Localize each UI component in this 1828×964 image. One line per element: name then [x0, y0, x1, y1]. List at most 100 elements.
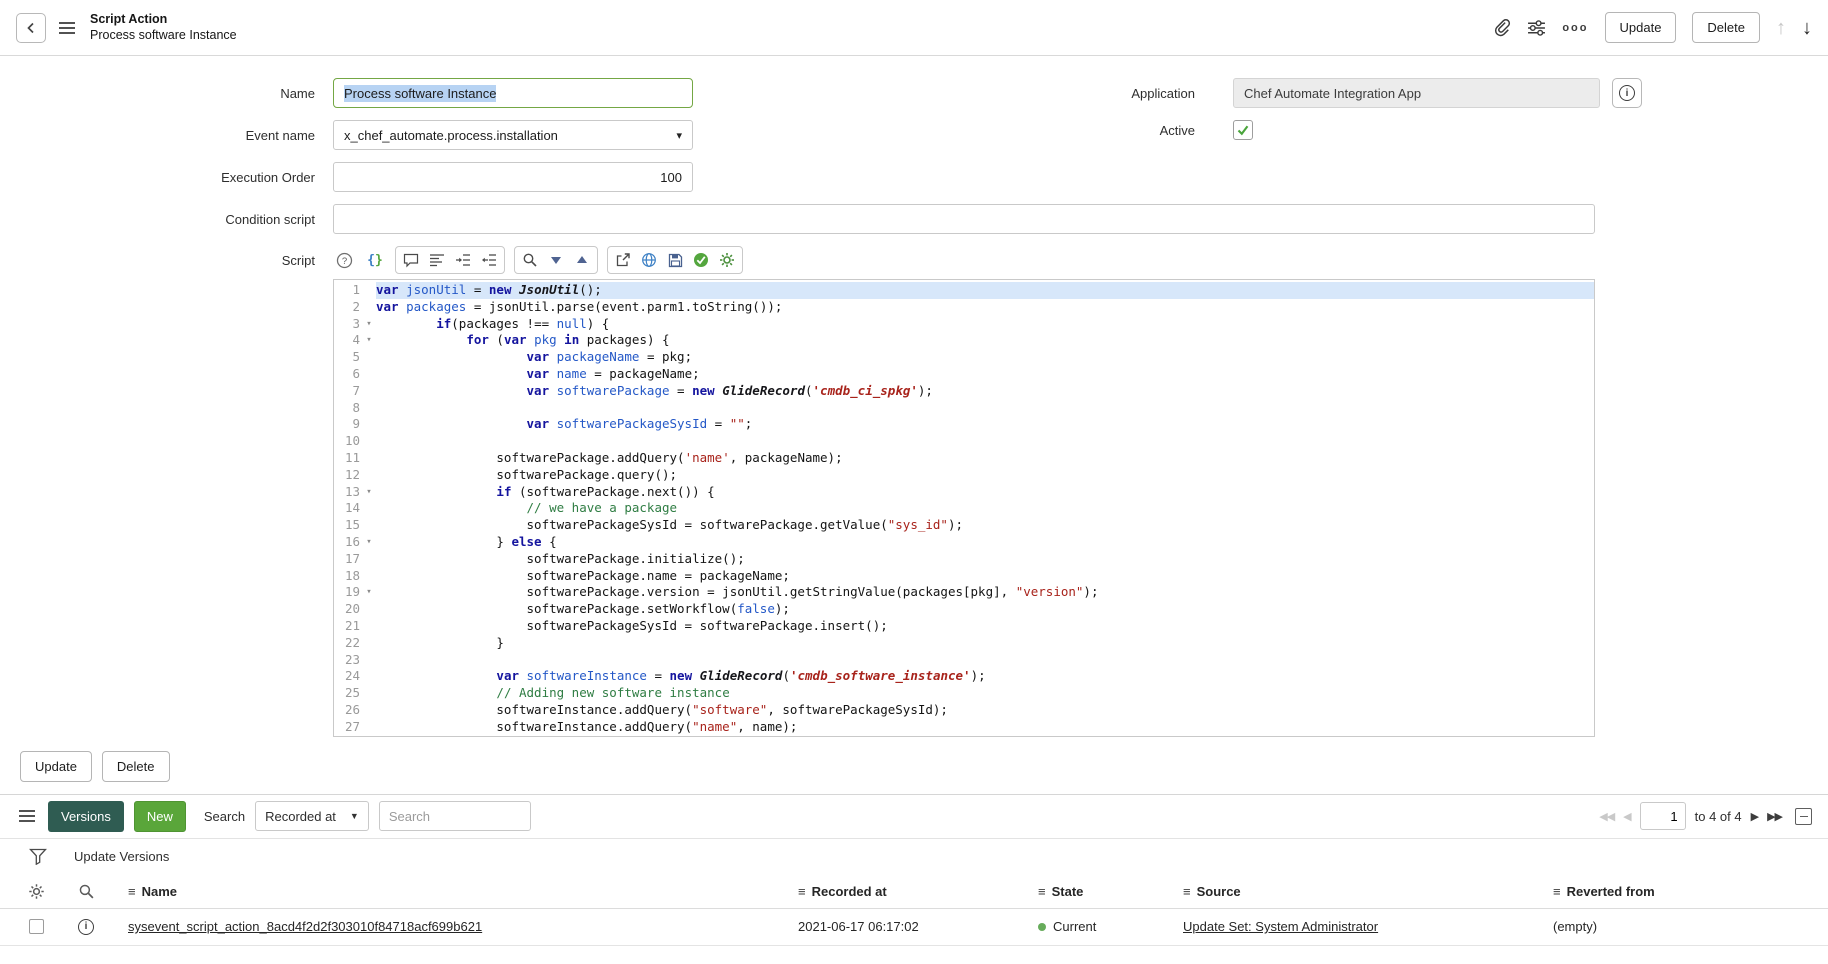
tab-versions[interactable]: Versions	[48, 801, 124, 832]
code-line[interactable]: 22 }	[334, 635, 1594, 652]
code-line[interactable]: 16▾ } else {	[334, 534, 1594, 551]
column-menu-icon[interactable]: ≡	[798, 884, 806, 899]
line-number: 13	[334, 484, 362, 501]
syntax-check-icon[interactable]	[689, 248, 713, 272]
last-page-icon[interactable]: ▶▶	[1767, 810, 1782, 823]
line-number: 21	[334, 618, 362, 635]
column-menu-icon[interactable]: ≡	[1038, 884, 1046, 899]
column-menu-icon[interactable]: ≡	[1553, 884, 1561, 899]
code-line[interactable]: 10	[334, 433, 1594, 450]
pagination: ◀◀ ◀ to 4 of 4 ▶ ▶▶	[1599, 802, 1812, 830]
code-line[interactable]: 18 softwarePackage.name = packageName;	[334, 568, 1594, 585]
line-number: 22	[334, 635, 362, 652]
code-line[interactable]: 24 var softwareInstance = new GlideRecor…	[334, 668, 1594, 685]
code-editor[interactable]: 1var jsonUtil = new JsonUtil();2var pack…	[333, 279, 1595, 737]
column-header-name[interactable]: ≡Name	[114, 884, 784, 899]
page-number-input[interactable]	[1640, 802, 1686, 830]
syntax-helper-icon[interactable]: {}	[364, 249, 386, 271]
delete-button[interactable]: Delete	[1692, 12, 1760, 43]
code-line[interactable]: 27 softwareInstance.addQuery("name", nam…	[334, 719, 1594, 736]
fold-marker-icon[interactable]: ▾	[362, 584, 376, 601]
indent-icon[interactable]	[451, 248, 475, 272]
code-line[interactable]: 25 // Adding new software instance	[334, 685, 1594, 702]
execution-order-input[interactable]: 100	[333, 162, 693, 192]
list-search-icon[interactable]	[58, 883, 114, 900]
code-line[interactable]: 9 var softwarePackageSysId = "";	[334, 416, 1594, 433]
code-line[interactable]: 26 softwareInstance.addQuery("software",…	[334, 702, 1594, 719]
row-checkbox[interactable]	[29, 919, 44, 934]
code-line[interactable]: 5 var packageName = pkg;	[334, 349, 1594, 366]
code-line[interactable]: 19▾ softwarePackage.version = jsonUtil.g…	[334, 584, 1594, 601]
code-line[interactable]: 17 softwarePackage.initialize();	[334, 551, 1594, 568]
code-line[interactable]: 15 softwarePackageSysId = softwarePackag…	[334, 517, 1594, 534]
help-icon[interactable]: ?	[333, 249, 355, 271]
event-name-label: Event name	[0, 128, 333, 143]
format-code-icon[interactable]	[425, 248, 449, 272]
previous-record-icon[interactable]: ↑	[1776, 18, 1786, 38]
code-line[interactable]: 13▾ if (softwarePackage.next()) {	[334, 484, 1594, 501]
column-header-reverted-from[interactable]: ≡Reverted from	[1539, 884, 1828, 899]
outdent-icon[interactable]	[477, 248, 501, 272]
code-line[interactable]: 20 softwarePackage.setWorkflow(false);	[334, 601, 1594, 618]
code-line[interactable]: 7 var softwarePackage = new GlideRecord(…	[334, 383, 1594, 400]
code-line[interactable]: 4▾ for (var pkg in packages) {	[334, 332, 1594, 349]
code-line[interactable]: 21 softwarePackageSysId = softwarePackag…	[334, 618, 1594, 635]
new-version-button[interactable]: New	[134, 801, 186, 832]
code-line[interactable]: 11 softwarePackage.addQuery('name', pack…	[334, 450, 1594, 467]
list-context-menu-icon[interactable]	[16, 805, 38, 827]
code-line[interactable]: 23	[334, 652, 1594, 669]
fold-marker-icon[interactable]: ▾	[362, 332, 376, 349]
next-page-icon[interactable]: ▶	[1751, 810, 1758, 823]
row-info-icon[interactable]: i	[78, 919, 94, 935]
list-header-bar: Versions New Search Recorded at ▼ ◀◀ ◀ t…	[0, 795, 1828, 839]
code-line[interactable]: 12 softwarePackage.query();	[334, 467, 1594, 484]
table-row[interactable]: i sysevent_script_action_8acd4f2d2f303010…	[0, 909, 1828, 946]
list-settings-icon[interactable]	[14, 883, 58, 900]
code-line[interactable]: 1var jsonUtil = new JsonUtil();	[334, 282, 1594, 299]
source-link[interactable]: Update Set: System Administrator	[1183, 919, 1378, 934]
footer-update-button[interactable]: Update	[20, 751, 92, 782]
previous-page-icon[interactable]: ◀	[1623, 810, 1630, 823]
column-menu-icon[interactable]: ≡	[1183, 884, 1191, 899]
form-context-menu-icon[interactable]	[56, 17, 78, 39]
collapse-list-icon[interactable]	[1795, 808, 1812, 825]
code-line[interactable]: 6 var name = packageName;	[334, 366, 1594, 383]
active-checkbox[interactable]	[1233, 120, 1253, 140]
column-menu-icon[interactable]: ≡	[128, 884, 136, 899]
open-in-window-icon[interactable]	[611, 248, 635, 272]
code-line[interactable]: 8	[334, 400, 1594, 417]
filter-funnel-icon[interactable]	[16, 848, 60, 865]
code-line[interactable]: 2var packages = jsonUtil.parse(event.par…	[334, 299, 1594, 316]
event-name-select[interactable]: x_chef_automate.process.installation ▾	[333, 120, 693, 150]
personalize-form-icon[interactable]	[1527, 19, 1546, 37]
condition-script-input[interactable]	[333, 204, 1595, 234]
column-header-source[interactable]: ≡Source	[1169, 884, 1539, 899]
find-previous-icon[interactable]	[570, 248, 594, 272]
search-field-select[interactable]: Recorded at ▼	[255, 801, 369, 831]
first-page-icon[interactable]: ◀◀	[1599, 810, 1614, 823]
breadcrumb-all-link[interactable]: Update Versions	[74, 849, 169, 864]
attachment-icon[interactable]	[1493, 19, 1511, 37]
back-button[interactable]	[16, 13, 46, 43]
update-button[interactable]: Update	[1605, 12, 1677, 43]
footer-delete-button[interactable]: Delete	[102, 751, 170, 782]
toggle-comment-icon[interactable]	[399, 248, 423, 272]
save-icon[interactable]	[663, 248, 687, 272]
editor-settings-icon[interactable]	[715, 248, 739, 272]
name-input[interactable]: Process software Instance	[333, 78, 693, 108]
fold-marker-icon[interactable]: ▾	[362, 316, 376, 333]
find-next-icon[interactable]	[544, 248, 568, 272]
more-actions-icon[interactable]: ooo	[1562, 22, 1588, 34]
api-reference-icon[interactable]	[637, 248, 661, 272]
code-line[interactable]: 3▾ if(packages !== null) {	[334, 316, 1594, 333]
application-info-button[interactable]: i	[1612, 78, 1642, 108]
fold-marker-icon[interactable]: ▾	[362, 534, 376, 551]
version-name-link[interactable]: sysevent_script_action_8acd4f2d2f303010f…	[128, 919, 482, 934]
code-line[interactable]: 14 // we have a package	[334, 500, 1594, 517]
next-record-icon[interactable]: ↓	[1802, 18, 1812, 38]
search-icon[interactable]	[518, 248, 542, 272]
list-search-input[interactable]	[379, 801, 531, 831]
column-header-state[interactable]: ≡State	[1024, 884, 1169, 899]
fold-marker-icon[interactable]: ▾	[362, 484, 376, 501]
column-header-recorded-at[interactable]: ≡Recorded at	[784, 884, 1024, 899]
